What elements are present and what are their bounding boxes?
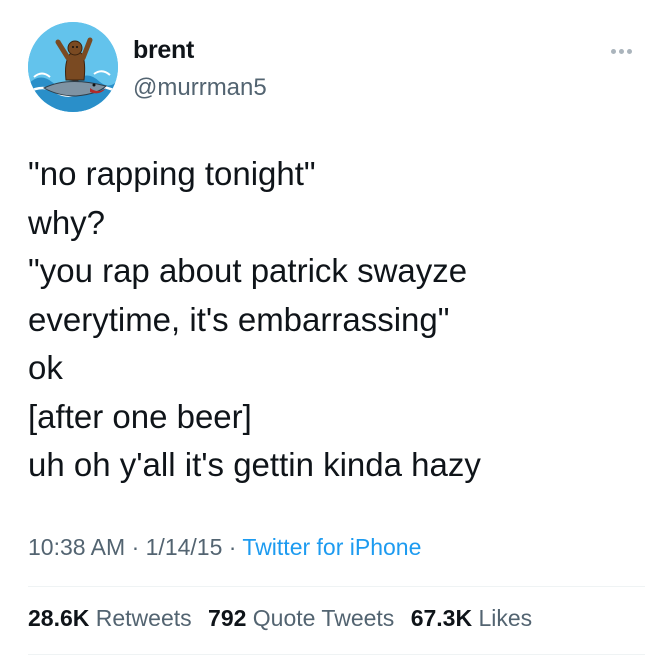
meta-separator: · — [222, 534, 243, 560]
more-dot — [611, 48, 616, 54]
likes-stat[interactable]: 67.3K Likes — [411, 605, 532, 631]
quote-tweets-stat[interactable]: 792 Quote Tweets — [208, 605, 394, 631]
tweet-date[interactable]: 1/14/15 — [146, 534, 223, 560]
avatar[interactable] — [28, 22, 118, 112]
display-name[interactable]: brent — [133, 36, 194, 65]
tweet-line: why? — [28, 203, 106, 241]
avatar-image — [28, 22, 118, 112]
quote-tweets-count: 792 — [208, 605, 247, 631]
divider — [28, 654, 645, 655]
quote-tweets-label: Quote Tweets — [252, 605, 395, 631]
tweet-line: "no rapping tonight" — [28, 155, 316, 192]
likes-label: Likes — [478, 605, 533, 631]
tweet-line: "you rap about patrick swayze — [28, 252, 468, 289]
tweet-source-link[interactable]: Twitter for iPhone — [242, 534, 421, 560]
more-dot — [619, 48, 624, 54]
meta-separator: · — [125, 534, 146, 560]
more-dot — [627, 48, 632, 54]
tweet-time[interactable]: 10:38 AM — [28, 534, 125, 560]
tweet-line: everytime, it's embarrassing" — [28, 300, 450, 338]
more-options-icon[interactable] — [611, 36, 645, 66]
divider — [28, 586, 645, 587]
user-handle[interactable]: @murrman5 — [133, 74, 267, 102]
tweet-stats: 28.6K Retweets 792 Quote Tweets 67.3K Li… — [28, 605, 542, 632]
tweet-line: uh oh y'all it's gettin kinda hazy — [28, 446, 481, 483]
likes-count: 67.3K — [410, 605, 473, 631]
retweets-stat[interactable]: 28.6K Retweets — [28, 605, 192, 631]
tweet-text: "no rapping tonight" why? "you rap about… — [28, 150, 628, 490]
tweet-meta: 10:38 AM · 1/14/15 · Twitter for iPhone — [28, 534, 421, 561]
retweets-label: Retweets — [95, 605, 192, 631]
tweet-line: ok — [28, 349, 63, 386]
retweets-count: 28.6K — [28, 605, 90, 631]
tweet-line: [after one beer] — [28, 397, 252, 435]
